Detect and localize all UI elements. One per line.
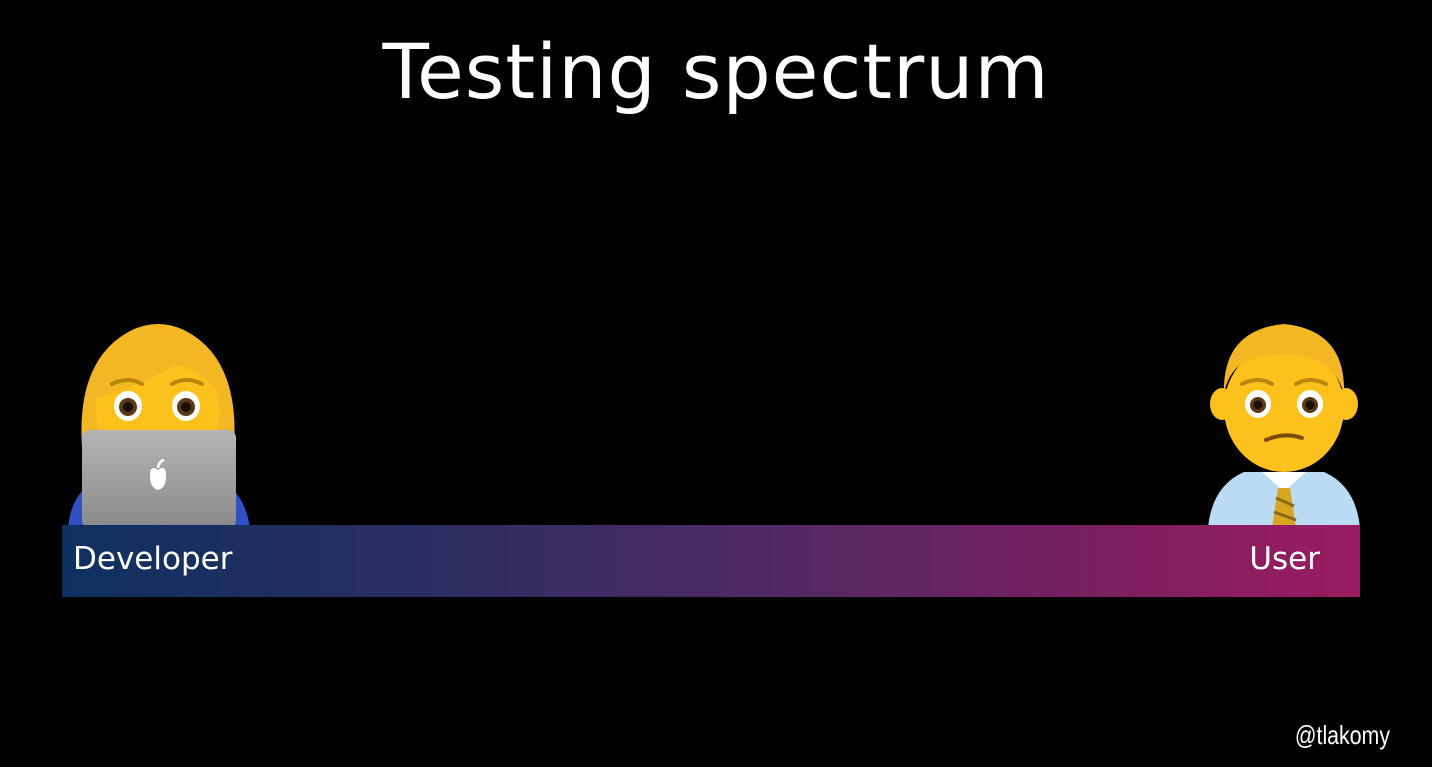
slide-title: Testing spectrum	[382, 27, 1050, 116]
author-handle: @tlakomy	[1294, 720, 1390, 750]
man-office-worker-icon	[1204, 316, 1364, 528]
user-label: User	[1249, 541, 1320, 577]
woman-technologist-icon	[62, 318, 254, 528]
developer-label: Developer	[73, 541, 233, 577]
spectrum-bar: Developer User	[62, 525, 1360, 597]
